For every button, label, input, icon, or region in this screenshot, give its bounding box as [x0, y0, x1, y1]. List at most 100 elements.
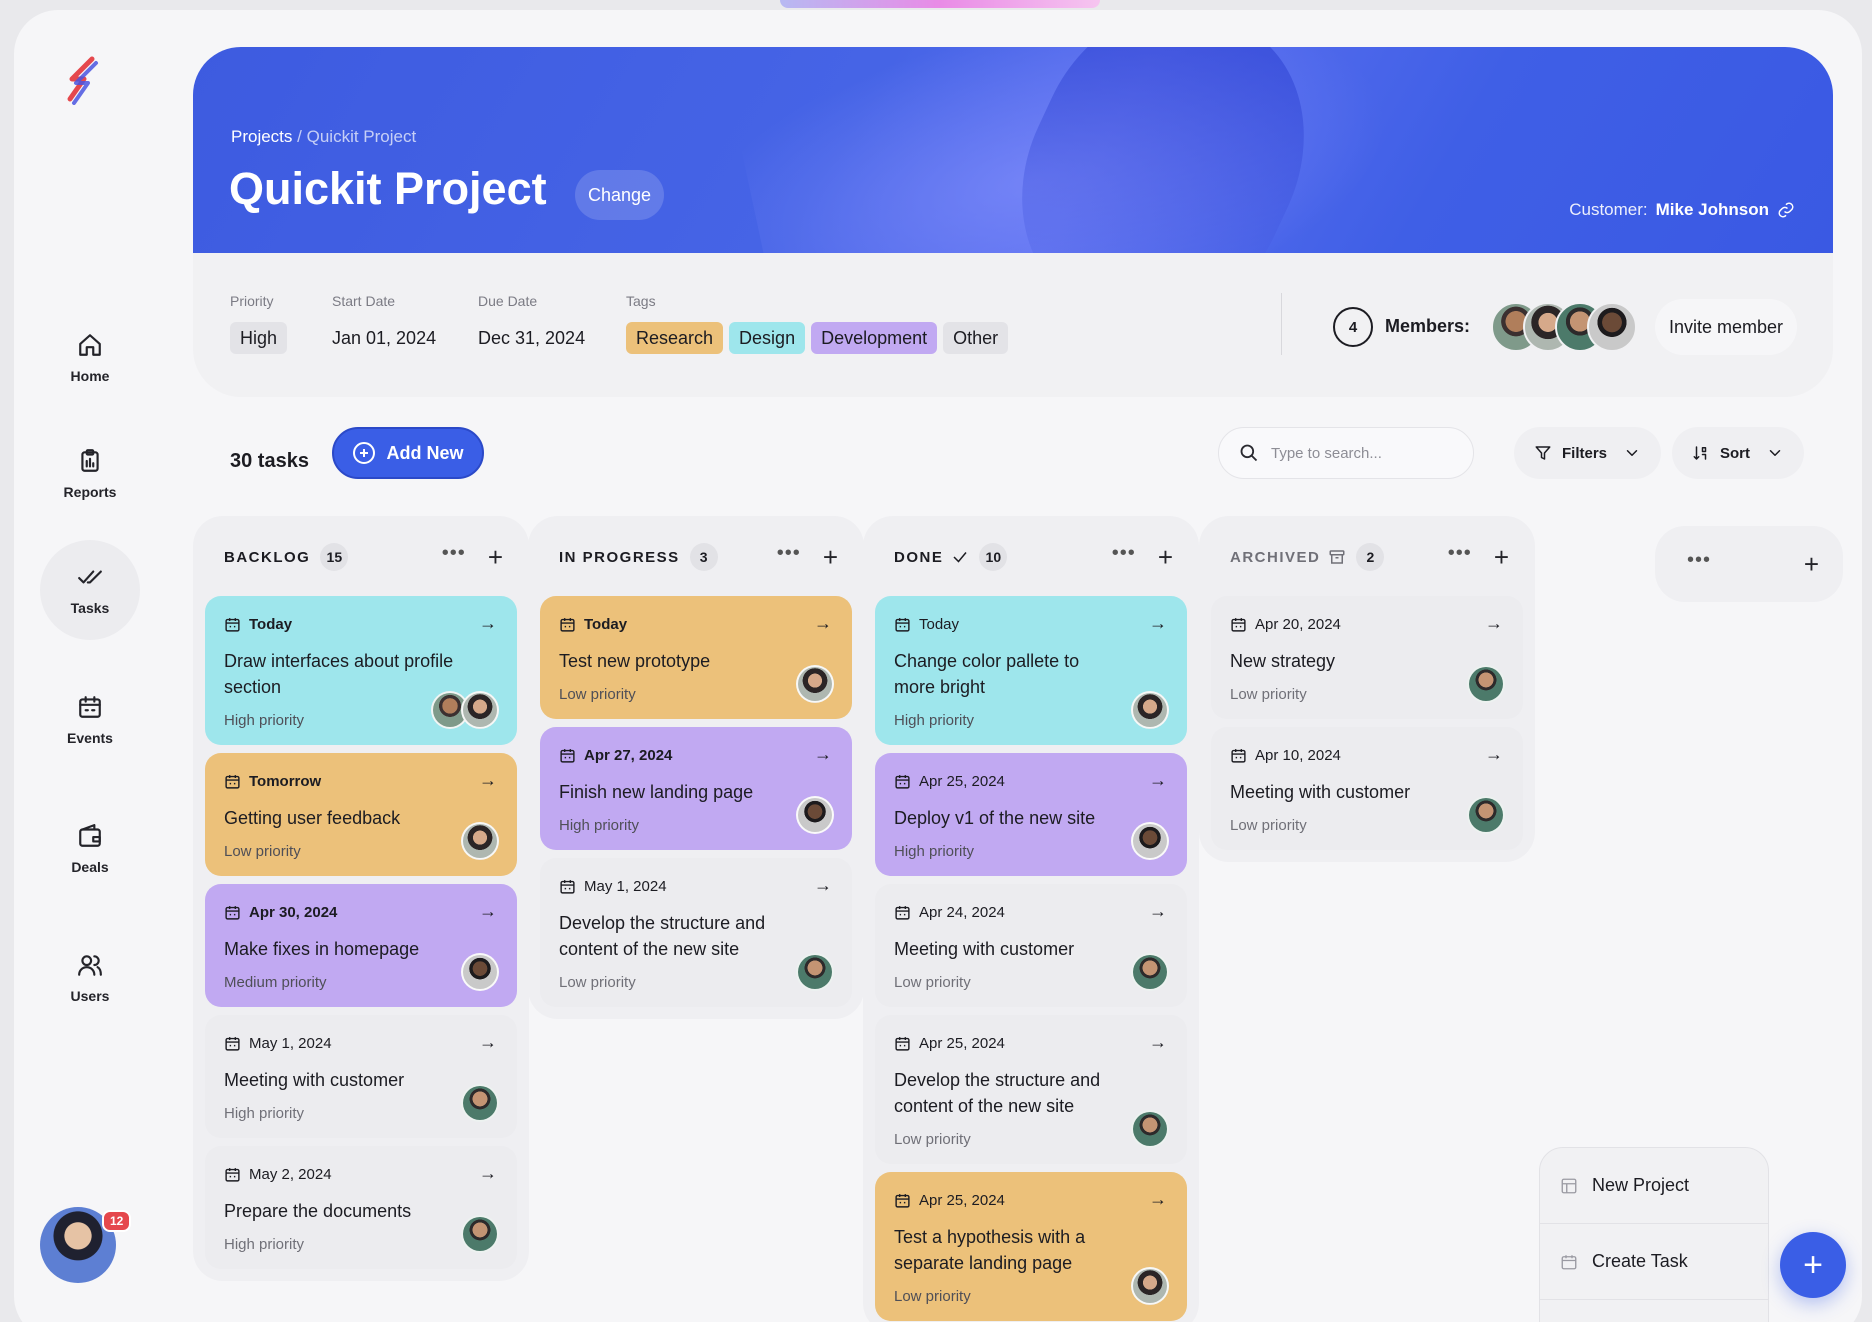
arrow-right-icon[interactable]: →	[479, 1032, 497, 1053]
card-priority: High priority	[894, 712, 975, 729]
more-options-icon[interactable]: •••	[1687, 550, 1711, 578]
tag-other[interactable]: Other	[943, 322, 1009, 354]
task-card[interactable]: May 2, 2024 → Prepare the documents High pr…	[205, 1146, 517, 1269]
column-archived: ARCHIVED 2 ••• + Apr 20, 2024 → New strategy Lo…	[1199, 516, 1535, 862]
assignee-avatar[interactable]	[796, 665, 834, 703]
task-card[interactable]: Apr 27, 2024 → Finish new landing page High…	[540, 727, 852, 850]
arrow-right-icon[interactable]: →	[1149, 613, 1167, 634]
card-priority: Low priority	[559, 686, 636, 703]
nav-deals[interactable]: Deals	[40, 799, 140, 899]
add-card-icon[interactable]: +	[823, 544, 838, 570]
card-assignees	[461, 822, 499, 860]
assignee-avatar[interactable]	[1131, 953, 1169, 991]
assignee-avatar[interactable]	[1131, 691, 1169, 729]
assignee-avatar[interactable]	[1467, 796, 1505, 834]
task-card[interactable]: May 1, 2024 → Meeting with customer High pr…	[205, 1015, 517, 1138]
assignee-avatar[interactable]	[461, 1084, 499, 1122]
assignee-avatar[interactable]	[461, 822, 499, 860]
arrow-right-icon[interactable]: →	[1149, 1189, 1167, 1210]
task-card[interactable]: Apr 25, 2024 → Develop the structure and c…	[875, 1015, 1187, 1164]
assignee-avatar[interactable]	[1131, 1110, 1169, 1148]
arrow-right-icon[interactable]: →	[1485, 744, 1503, 765]
add-card-icon[interactable]: +	[1158, 544, 1173, 570]
fab-plus-button[interactable]: +	[1780, 1232, 1846, 1298]
create-task-menu-item[interactable]: Create Task	[1540, 1224, 1768, 1300]
link-icon[interactable]	[1777, 201, 1795, 219]
nav-users[interactable]: Users	[40, 928, 140, 1028]
task-card[interactable]: May 1, 2024 → Develop the structure and co…	[540, 858, 852, 1007]
assignee-avatar[interactable]	[796, 796, 834, 834]
arrow-right-icon[interactable]: →	[479, 613, 497, 634]
task-card[interactable]: Apr 24, 2024 → Meeting with customer Low pr…	[875, 884, 1187, 1007]
card-assignees	[1131, 822, 1169, 860]
assignee-avatar[interactable]	[461, 691, 499, 729]
task-card[interactable]: Apr 10, 2024 → Meeting with customer Low pr…	[1211, 727, 1523, 850]
add-card-icon[interactable]: +	[488, 544, 503, 570]
start-date-value[interactable]: Jan 01, 2024	[332, 322, 436, 354]
tag-list: Research Design Development Other	[626, 322, 1009, 354]
arrow-right-icon[interactable]: →	[1485, 613, 1503, 634]
card-date: Apr 25, 2024	[894, 1190, 1169, 1210]
create-task-label: Create Task	[1592, 1251, 1688, 1271]
column-title: ARCHIVED	[1230, 548, 1346, 566]
more-options-icon[interactable]: •••	[1448, 543, 1472, 571]
arrow-right-icon[interactable]: →	[814, 875, 832, 896]
calendar-icon	[1561, 1254, 1577, 1269]
task-card[interactable]: Apr 25, 2024 → Deploy v1 of the new site Hi…	[875, 753, 1187, 876]
customer-name[interactable]: Mike Johnson	[1656, 200, 1769, 220]
sort-button[interactable]: Sort	[1672, 427, 1804, 479]
arrow-right-icon[interactable]: →	[479, 1163, 497, 1184]
assignee-avatar[interactable]	[461, 1215, 499, 1253]
arrow-right-icon[interactable]: →	[1149, 901, 1167, 922]
search-input[interactable]	[1271, 444, 1441, 462]
arrow-right-icon[interactable]: →	[479, 901, 497, 922]
nav-tasks[interactable]: Tasks	[40, 540, 140, 640]
invite-member-button[interactable]: Invite member	[1655, 299, 1798, 355]
card-assignees	[1467, 665, 1505, 703]
calendar-icon	[560, 748, 575, 763]
assignee-avatar[interactable]	[1131, 822, 1169, 860]
task-card[interactable]: Tomorrow → Getting user feedback Low priori…	[205, 753, 517, 876]
arrow-right-icon[interactable]: →	[814, 613, 832, 634]
new-project-menu-item[interactable]: New Project	[1540, 1148, 1768, 1224]
arrow-right-icon[interactable]: →	[479, 770, 497, 791]
card-priority: Low priority	[559, 974, 636, 991]
more-options-icon[interactable]: •••	[1112, 543, 1136, 571]
arrow-right-icon[interactable]: →	[1149, 770, 1167, 791]
task-card[interactable]: Apr 25, 2024 → Test a hypothesis with a se…	[875, 1172, 1187, 1321]
task-card[interactable]: Today → Test new prototype Low priority	[540, 596, 852, 719]
task-card[interactable]: Today → Draw interfaces about profile sect…	[205, 596, 517, 745]
calendar-icon	[225, 617, 240, 632]
task-card[interactable]: Apr 20, 2024 → New strategy Low priority	[1211, 596, 1523, 719]
change-project-button[interactable]: Change	[575, 170, 665, 220]
tag-research[interactable]: Research	[626, 322, 724, 354]
app-logo-icon[interactable]	[62, 55, 104, 105]
add-column-icon[interactable]: +	[1804, 551, 1819, 577]
member-avatar[interactable]	[1587, 302, 1637, 352]
nav-events[interactable]: Events	[40, 670, 140, 770]
assignee-avatar[interactable]	[1467, 665, 1505, 703]
task-card[interactable]: Today → Change color pallete to more brigh…	[875, 596, 1187, 745]
breadcrumb-projects[interactable]: Projects	[231, 127, 292, 146]
task-card[interactable]: Apr 30, 2024 → Make fixes in homepage Mediu…	[205, 884, 517, 1007]
arrow-right-icon[interactable]: →	[1149, 1032, 1167, 1053]
add-new-button[interactable]: Add New	[332, 427, 484, 479]
tag-development[interactable]: Development	[811, 322, 938, 354]
due-date-value[interactable]: Dec 31, 2024	[478, 322, 585, 354]
tag-design[interactable]: Design	[729, 322, 806, 354]
nav-home-label: Home	[70, 368, 110, 384]
priority-value[interactable]: High	[230, 322, 288, 354]
assignee-avatar[interactable]	[461, 953, 499, 991]
add-card-icon[interactable]: +	[1494, 544, 1509, 570]
info-divider	[1281, 293, 1282, 355]
card-date: Today	[894, 614, 1169, 634]
nav-reports[interactable]: Reports	[40, 424, 140, 524]
arrow-right-icon[interactable]: →	[814, 744, 832, 765]
more-options-icon[interactable]: •••	[442, 543, 466, 571]
nav-home[interactable]: Home	[40, 308, 140, 408]
assignee-avatar[interactable]	[796, 953, 834, 991]
filters-button[interactable]: Filters	[1514, 427, 1662, 479]
card-priority: Low priority	[1230, 817, 1307, 834]
more-options-icon[interactable]: •••	[777, 543, 801, 571]
assignee-avatar[interactable]	[1131, 1267, 1169, 1305]
